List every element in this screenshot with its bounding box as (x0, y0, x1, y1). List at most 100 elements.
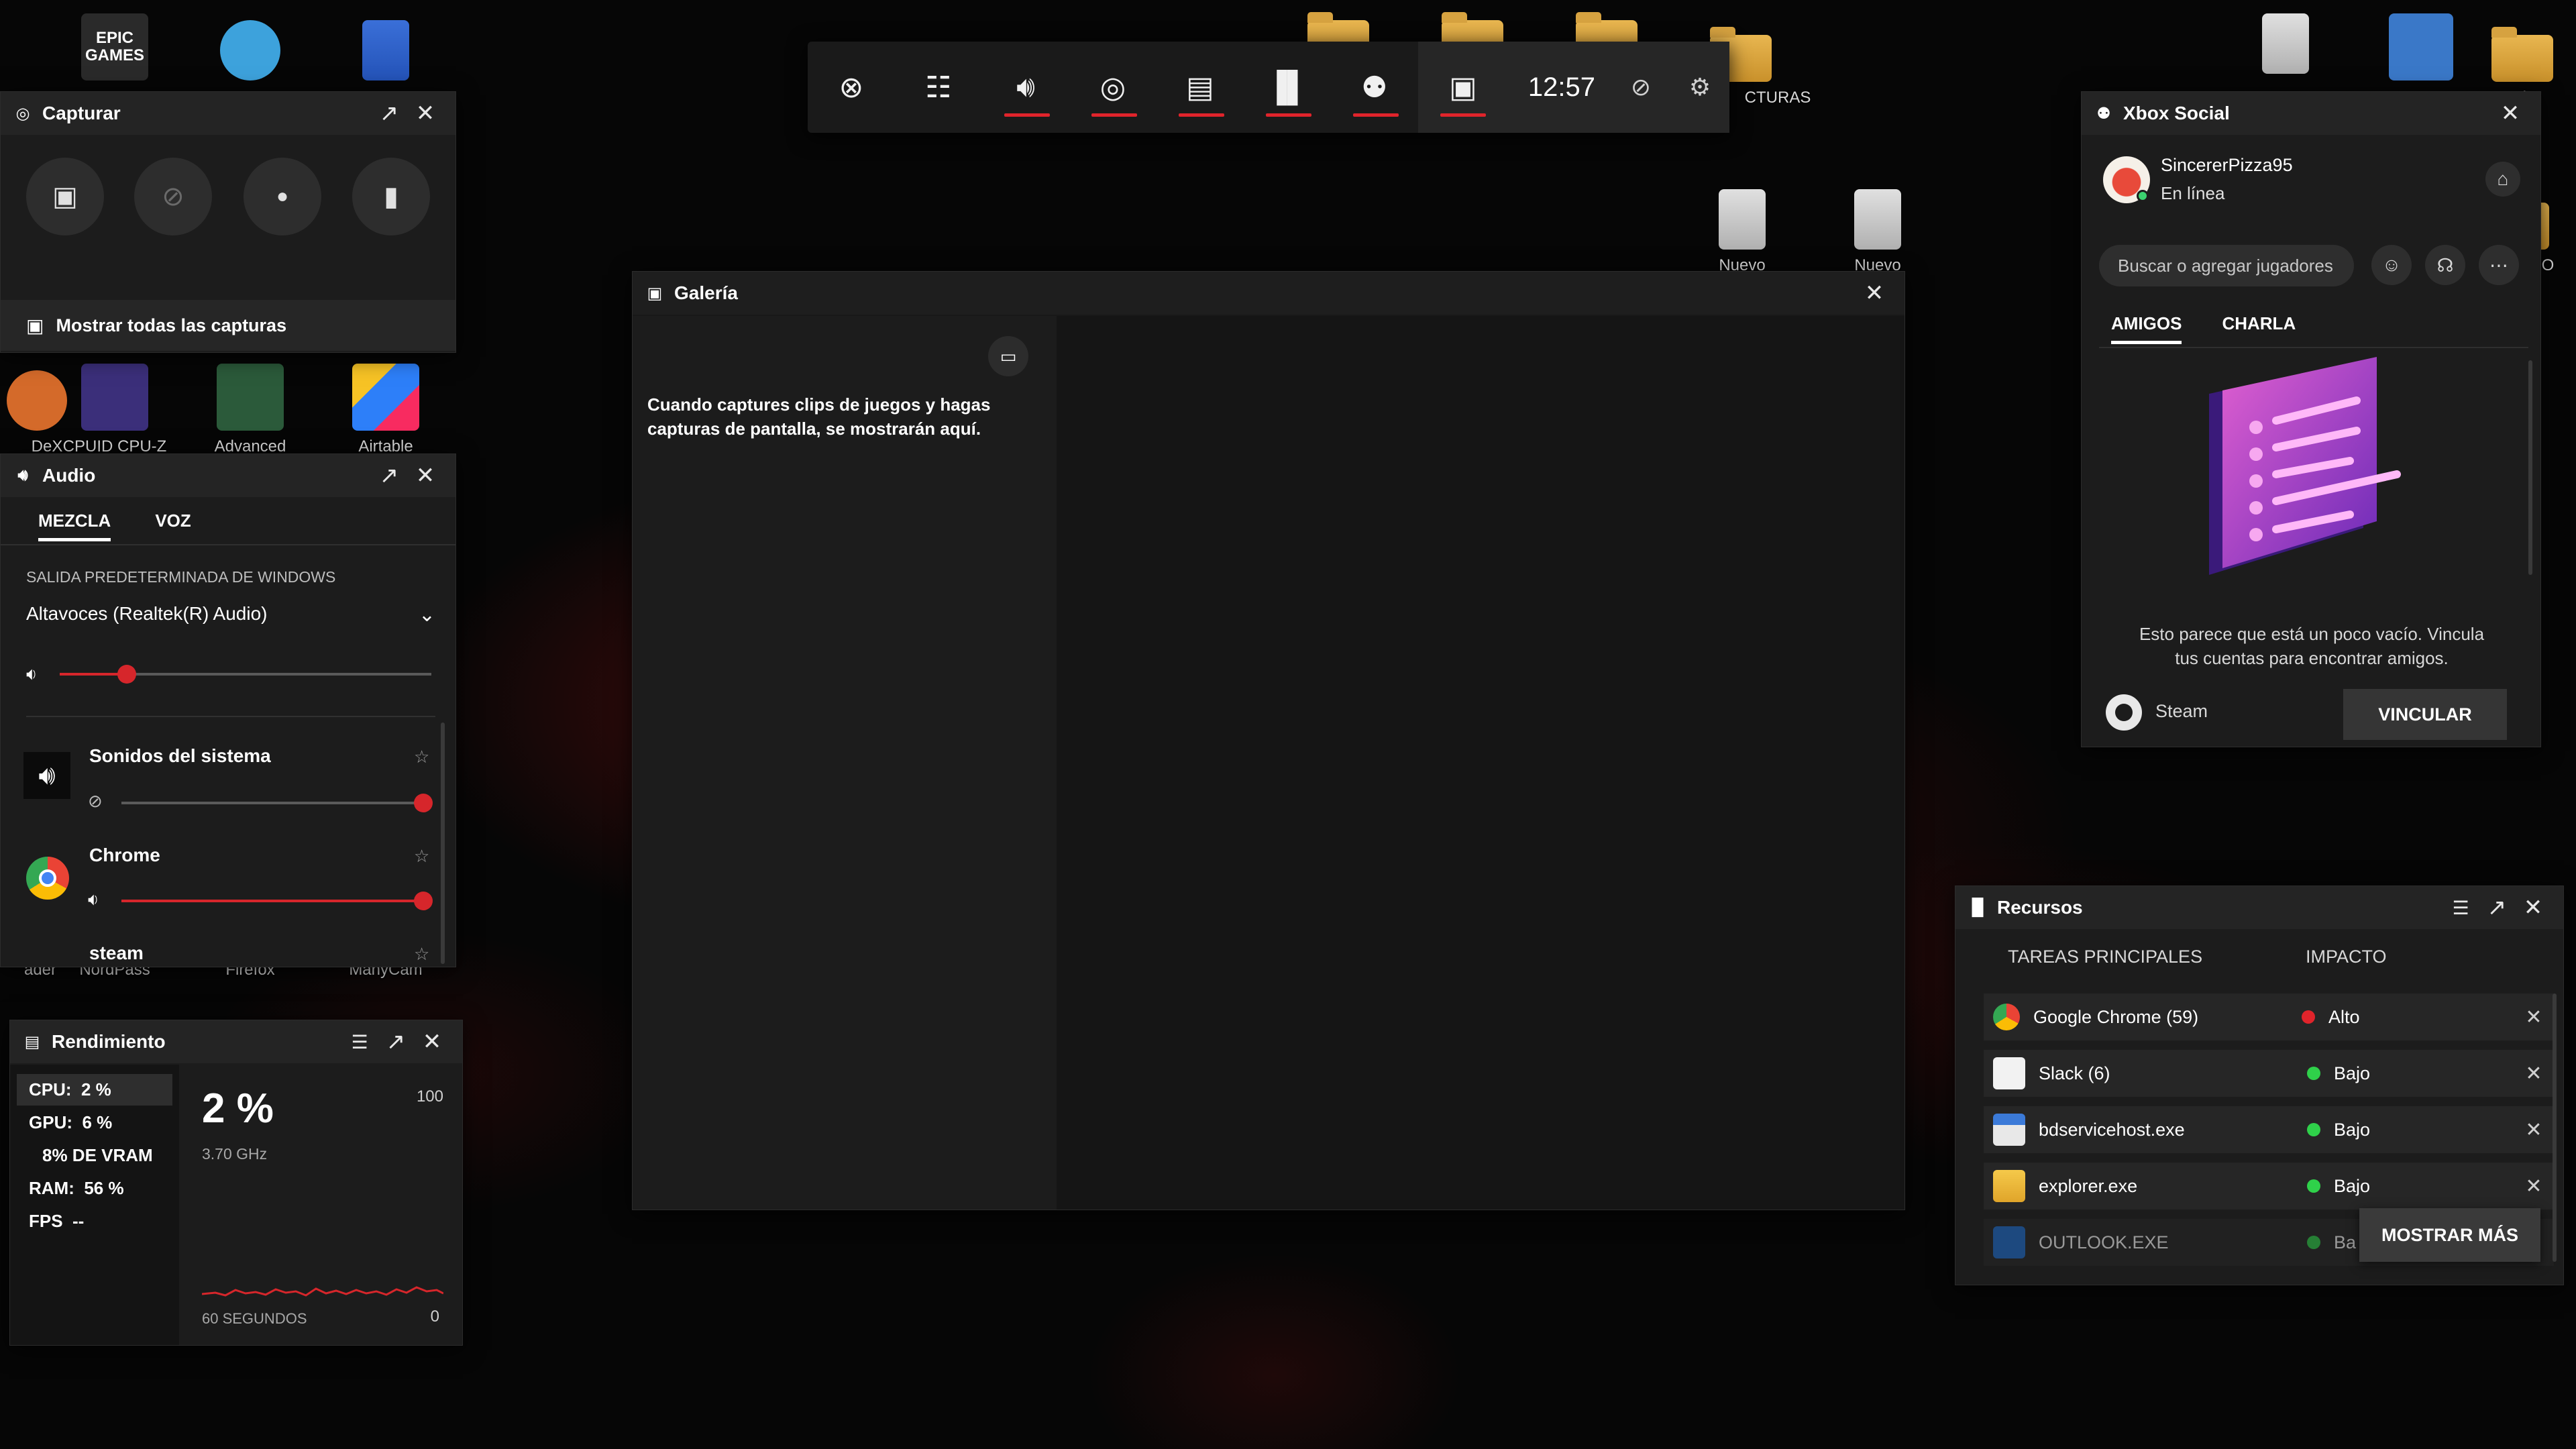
social-scrollbar[interactable] (2528, 360, 2532, 575)
screenshot-button[interactable]: ▣ (26, 158, 104, 235)
tab-voz[interactable]: VOZ (143, 497, 203, 544)
close-button[interactable]: ✕ (407, 95, 443, 131)
social-toggle-button[interactable]: ⚉ (1331, 42, 1418, 133)
capture-toggle-button[interactable]: ◎ (1069, 42, 1157, 133)
party-chat-button[interactable]: ☊ (2425, 245, 2465, 285)
vram-stat[interactable]: 8% DE VRAM (10, 1133, 179, 1166)
xbox-button[interactable]: ⊗ (808, 42, 895, 133)
audio-widget: 🔊︎ Audio ↗ ✕ MEZCLA VOZ SALIDA PREDETERM… (0, 453, 456, 967)
window-icon: ▭ (1000, 345, 1017, 366)
resources-title: Recursos (1997, 897, 2083, 918)
cpu-big-value: 2 % (202, 1085, 274, 1132)
end-task-button[interactable]: ✕ (2514, 1118, 2554, 1142)
tab-mezcla[interactable]: MEZCLA (26, 497, 123, 544)
task-row[interactable]: Slack (6) Bajo ✕ (1984, 1050, 2554, 1097)
system-sounds-knob[interactable] (414, 794, 433, 812)
impact-level: Bajo (2334, 1063, 2371, 1083)
task-row[interactable]: explorer.exe Bajo ✕ (1984, 1163, 2554, 1210)
desktop-icon-telegram[interactable] (180, 0, 321, 87)
gallery-icon: ▣ (1449, 70, 1477, 104)
desktop-icon-cpuz[interactable]: CPUID CPU-Z (44, 349, 185, 456)
chrome-volume-slider[interactable] (121, 892, 433, 910)
gpu-stat[interactable]: GPU: 6 % (10, 1106, 179, 1133)
settings-button[interactable]: ⚙ (1670, 42, 1729, 133)
desktop-icon-epic-games[interactable]: EPIC GAMES (44, 0, 185, 87)
resources-scrollbar[interactable] (2553, 994, 2557, 1262)
capture-widget: ◎ Capturar ↗ ✕ ▣ ⊘ ● ▮ ▣ Mostrar todas l… (0, 91, 456, 353)
ram-stat[interactable]: RAM: 56 % (10, 1166, 179, 1199)
tab-amigos[interactable]: AMIGOS (2099, 300, 2194, 347)
close-icon: ✕ (2500, 101, 2520, 126)
end-task-button[interactable]: ✕ (2514, 1062, 2554, 1085)
end-task-button[interactable]: ✕ (2514, 1175, 2554, 1198)
output-device-select[interactable]: Altavoces (Realtek(R) Audio) ⌄ (26, 603, 435, 627)
widget-menu-button[interactable]: ☷ (895, 42, 982, 133)
pin-button[interactable]: ↗ (371, 95, 407, 131)
performance-icon: ▤ (24, 1032, 40, 1051)
task-row[interactable]: Google Chrome (59) Alto ✕ (1984, 994, 2554, 1040)
master-volume-slider[interactable] (60, 665, 431, 684)
steam-logo (2106, 694, 2142, 731)
desktop-doc-nuevo-1[interactable]: Nuevo (1672, 181, 1813, 275)
close-button[interactable]: ✕ (414, 1024, 450, 1060)
favorite-star-icon[interactable]: ☆ (414, 944, 429, 965)
start-recording-button[interactable]: ● (244, 158, 321, 235)
audio-title: Audio (42, 465, 96, 486)
audio-scrollbar[interactable] (441, 722, 445, 964)
show-all-captures-link[interactable]: ▣ Mostrar todas las capturas (1, 300, 455, 351)
cpu-stat[interactable]: CPU: 2 % (17, 1074, 172, 1106)
volume-icon[interactable]: 🔉︎ (88, 889, 99, 910)
fps-stat[interactable]: FPS -- (10, 1199, 179, 1232)
pin-button[interactable]: ↗ (378, 1024, 414, 1060)
close-button[interactable]: ✕ (1856, 275, 1892, 311)
desktop-doc-nuevo-2[interactable]: Nuevo (1807, 181, 1948, 275)
favorite-star-icon[interactable]: ☆ (414, 747, 429, 767)
chrome-volume-knob[interactable] (414, 892, 433, 910)
gallery-view-button[interactable]: ▭ (988, 336, 1028, 376)
resources-toggle-button[interactable]: ▐▌ (1244, 42, 1331, 133)
close-button[interactable]: ✕ (2492, 95, 2528, 131)
pin-button[interactable]: ↗ (371, 458, 407, 494)
column-header-impact: IMPACTO (2306, 947, 2387, 967)
performance-icon: ▤ (1186, 70, 1214, 104)
mouse-lock-button[interactable]: ⊘ (1611, 42, 1670, 133)
favorite-star-icon[interactable]: ☆ (414, 846, 429, 867)
audio-toggle-button[interactable]: 🔊︎ (982, 42, 1069, 133)
record-last-button[interactable]: ⊘ (134, 158, 212, 235)
avatar[interactable] (2103, 156, 2150, 203)
close-button[interactable]: ✕ (2515, 890, 2551, 926)
master-volume-knob[interactable] (117, 665, 136, 684)
muted-icon[interactable]: ⊘ (88, 791, 103, 812)
task-row[interactable]: bdservicehost.exe Bajo ✕ (1984, 1106, 2554, 1153)
desktop-icon-airtable[interactable]: Airtable (315, 349, 456, 456)
settings-button[interactable]: ☰ (2443, 890, 2479, 926)
system-sounds-slider[interactable] (121, 794, 433, 812)
end-task-button[interactable]: ✕ (2514, 1006, 2554, 1029)
search-input[interactable]: Buscar o agregar jugadores (2099, 245, 2354, 286)
desktop-icon-advanced[interactable]: Advanced (180, 349, 321, 456)
pin-button[interactable]: ↗ (2479, 890, 2515, 926)
notifications-button[interactable]: ⌂ (2485, 162, 2520, 197)
more-options-button[interactable]: ⋯ (2479, 245, 2519, 285)
gallery-title: Galería (674, 282, 738, 303)
chevron-down-icon: ⌄ (418, 604, 435, 626)
folder-icon (2491, 27, 2553, 82)
performance-toggle-button[interactable]: ▤ (1157, 42, 1244, 133)
document-icon (362, 20, 409, 80)
resources-icon: ▐▌ (1266, 70, 1309, 103)
tab-charla[interactable]: CHARLA (2210, 300, 2308, 347)
desktop-doc-right[interactable] (2215, 0, 2356, 80)
gallery-icon: ▣ (647, 284, 663, 303)
desktop-icon-document[interactable] (315, 0, 456, 87)
settings-button[interactable]: ☰ (341, 1024, 378, 1060)
epic-games-icon: EPIC GAMES (81, 13, 148, 80)
close-button[interactable]: ✕ (407, 458, 443, 494)
show-more-button[interactable]: MOSTRAR MÁS (2359, 1208, 2540, 1262)
microphone-button[interactable]: ▮ (352, 158, 430, 235)
bdservicehost-icon (1993, 1114, 2025, 1146)
link-account-button[interactable]: VINCULAR (2343, 689, 2507, 740)
sliders-icon: ☰ (2452, 897, 2469, 918)
add-friend-button[interactable]: ☺ (2371, 245, 2412, 285)
perf-stats-list: CPU: 2 % GPU: 6 % 8% DE VRAM RAM: 56 % F… (10, 1065, 179, 1345)
gallery-toggle-button[interactable]: ▣ (1418, 42, 1508, 133)
